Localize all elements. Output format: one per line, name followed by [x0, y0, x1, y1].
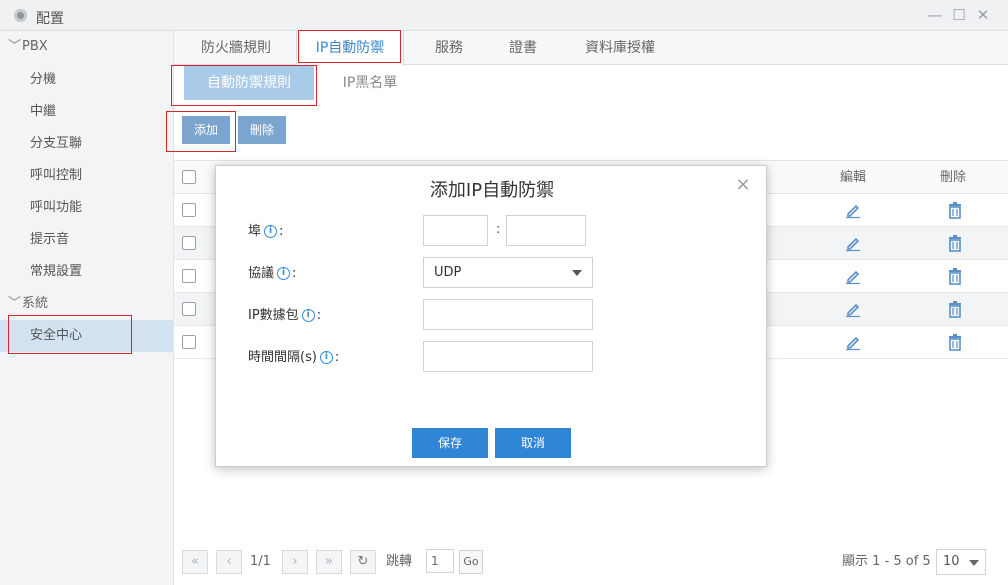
tab-ip-auto-defense[interactable]: IP自動防禦 — [296, 31, 404, 66]
dialog-title: 添加IP自動防禦 — [429, 180, 555, 201]
edit-icon[interactable] — [844, 300, 862, 318]
tab-firewall-rules[interactable]: 防火牆規則 — [180, 31, 292, 65]
row-checkbox[interactable] — [182, 335, 196, 349]
jump-page-input[interactable]: 1 — [426, 549, 454, 573]
window-title: 配置 — [36, 11, 64, 27]
sidebar-group-pbx[interactable]: ﹀PBX — [8, 35, 48, 59]
close-window-button[interactable]: ✕ — [974, 6, 992, 24]
column-header-edit: 編輯 — [840, 170, 867, 185]
sidebar-item-security-center[interactable]: 安全中心 — [0, 320, 173, 352]
trash-icon[interactable] — [946, 333, 964, 351]
window-titlebar: 配置 — ☐ ✕ — [0, 0, 1008, 31]
save-button[interactable]: 保存 — [412, 428, 488, 458]
tab-bar: 防火牆規則 IP自動防禦 服務 證書 資料庫授權 — [174, 31, 1008, 66]
sidebar-item-call-control[interactable]: 呼叫控制 — [0, 160, 173, 192]
protocol-label: 協議 i: — [248, 266, 297, 281]
first-page-button[interactable]: « — [182, 550, 208, 574]
prev-page-button[interactable]: ‹ — [216, 550, 242, 574]
time-interval-label: 時間間隔(s) i: — [248, 350, 340, 365]
port-separator: : — [496, 222, 501, 237]
subtab-ip-blacklist[interactable]: IP黑名單 — [324, 66, 416, 100]
edit-icon[interactable] — [844, 201, 862, 219]
sidebar-item-prompts[interactable]: 提示音 — [0, 224, 173, 256]
add-ip-auto-defense-dialog: 添加IP自動防禦 × 埠i: : 協議 i: UDP IP數據包 i: 時間間隔(s… — [215, 165, 767, 467]
gear-icon — [14, 9, 27, 22]
trash-icon[interactable] — [946, 300, 964, 318]
chevron-down-icon — [969, 560, 979, 566]
edit-icon[interactable] — [844, 267, 862, 285]
next-page-button[interactable]: › — [282, 550, 308, 574]
page-size-select[interactable]: 10 — [936, 549, 986, 575]
sidebar-item-interconnect[interactable]: 分支互聯 — [0, 128, 173, 160]
chevron-down-icon: ﹀ — [8, 296, 22, 311]
port-label: 埠i: — [248, 224, 284, 239]
go-button[interactable]: Go — [459, 550, 483, 574]
tab-services[interactable]: 服務 — [412, 31, 486, 65]
sidebar-item-call-features[interactable]: 呼叫功能 — [0, 192, 173, 224]
ip-packets-label: IP數據包 i: — [248, 308, 322, 323]
display-count: 顯示 1 - 5 of 5 — [842, 554, 931, 569]
refresh-icon[interactable]: ↻ — [350, 550, 376, 574]
sidebar-item-trunk[interactable]: 中繼 — [0, 96, 173, 128]
cancel-button[interactable]: 取消 — [495, 428, 571, 458]
row-checkbox[interactable] — [182, 203, 196, 217]
add-button[interactable]: 添加 — [182, 116, 230, 144]
sidebar: ﹀PBX 分機 中繼 分支互聯 呼叫控制 呼叫功能 提示音 常規設置 ﹀系統 安… — [0, 31, 174, 585]
info-icon[interactable]: i — [277, 267, 291, 280]
minimize-button[interactable]: — — [926, 6, 944, 24]
row-checkbox[interactable] — [182, 236, 196, 250]
info-icon[interactable]: i — [319, 351, 333, 364]
info-icon[interactable]: i — [264, 225, 278, 238]
maximize-button[interactable]: ☐ — [950, 6, 968, 24]
close-icon[interactable]: × — [734, 176, 752, 194]
row-checkbox[interactable] — [182, 302, 196, 316]
edit-icon[interactable] — [844, 234, 862, 252]
tab-database-license[interactable]: 資料庫授權 — [566, 31, 674, 65]
column-header-delete: 刪除 — [940, 170, 967, 185]
time-interval-input[interactable] — [423, 341, 593, 372]
row-checkbox[interactable] — [182, 269, 196, 283]
trash-icon[interactable] — [946, 234, 964, 252]
last-page-button[interactable]: » — [316, 550, 342, 574]
tab-certificates[interactable]: 證書 — [488, 31, 558, 65]
sidebar-item-extension[interactable]: 分機 — [0, 64, 173, 96]
sidebar-group-system[interactable]: ﹀系統 — [8, 292, 48, 316]
chevron-down-icon: ﹀ — [8, 39, 22, 54]
select-all-checkbox[interactable] — [182, 170, 196, 184]
subtab-auto-defense-rules[interactable]: 自動防禦規則 — [184, 66, 314, 100]
jump-label: 跳轉 — [386, 554, 413, 569]
chevron-down-icon — [572, 270, 582, 276]
trash-icon[interactable] — [946, 267, 964, 285]
page-indicator: 1/1 — [250, 554, 271, 569]
ip-packets-input[interactable] — [423, 299, 593, 330]
protocol-select[interactable]: UDP — [423, 257, 593, 288]
info-icon[interactable]: i — [301, 309, 315, 322]
edit-icon[interactable] — [844, 333, 862, 351]
port-start-input[interactable] — [423, 215, 488, 246]
trash-icon[interactable] — [946, 201, 964, 219]
pagination: « ‹ 1/1 › » ↻ 跳轉 1 Go 顯示 1 - 5 of 5 10 — [174, 545, 1008, 579]
port-end-input[interactable] — [506, 215, 586, 246]
delete-button[interactable]: 刪除 — [238, 116, 286, 144]
sidebar-item-general-settings[interactable]: 常規設置 — [0, 256, 173, 288]
